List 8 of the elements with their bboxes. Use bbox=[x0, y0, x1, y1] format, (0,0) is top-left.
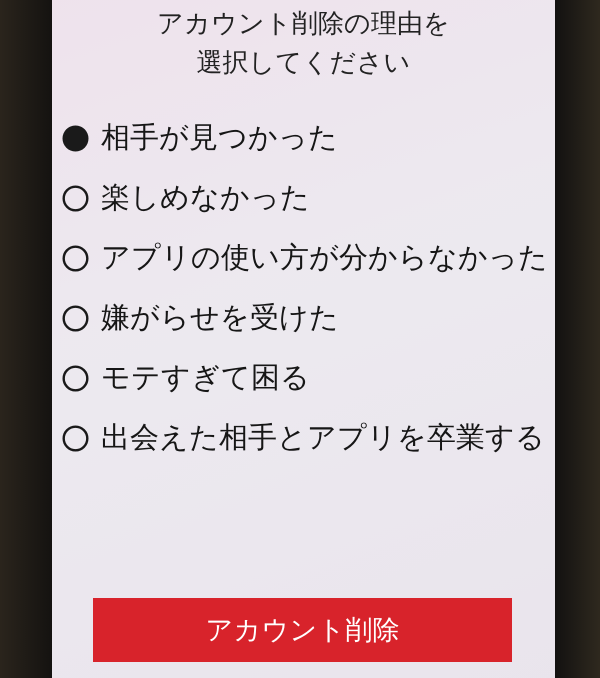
screen-title: アカウント削除の理由を選択してください bbox=[156, 8, 451, 80]
reason-option[interactable]: 相手が見つかった bbox=[62, 108, 338, 168]
delete-account-button[interactable]: アカウント削除 bbox=[93, 598, 512, 662]
reason-option[interactable]: アプリの使い方が分からなかった bbox=[62, 228, 548, 288]
reason-option[interactable]: 嫌がらせを受けた bbox=[62, 288, 339, 348]
reason-option[interactable]: モテすぎて困る bbox=[62, 348, 310, 408]
reason-option[interactable]: 楽しめなかった bbox=[62, 168, 310, 228]
reason-option[interactable]: 出会えた相手とアプリを卒業する bbox=[62, 408, 545, 468]
